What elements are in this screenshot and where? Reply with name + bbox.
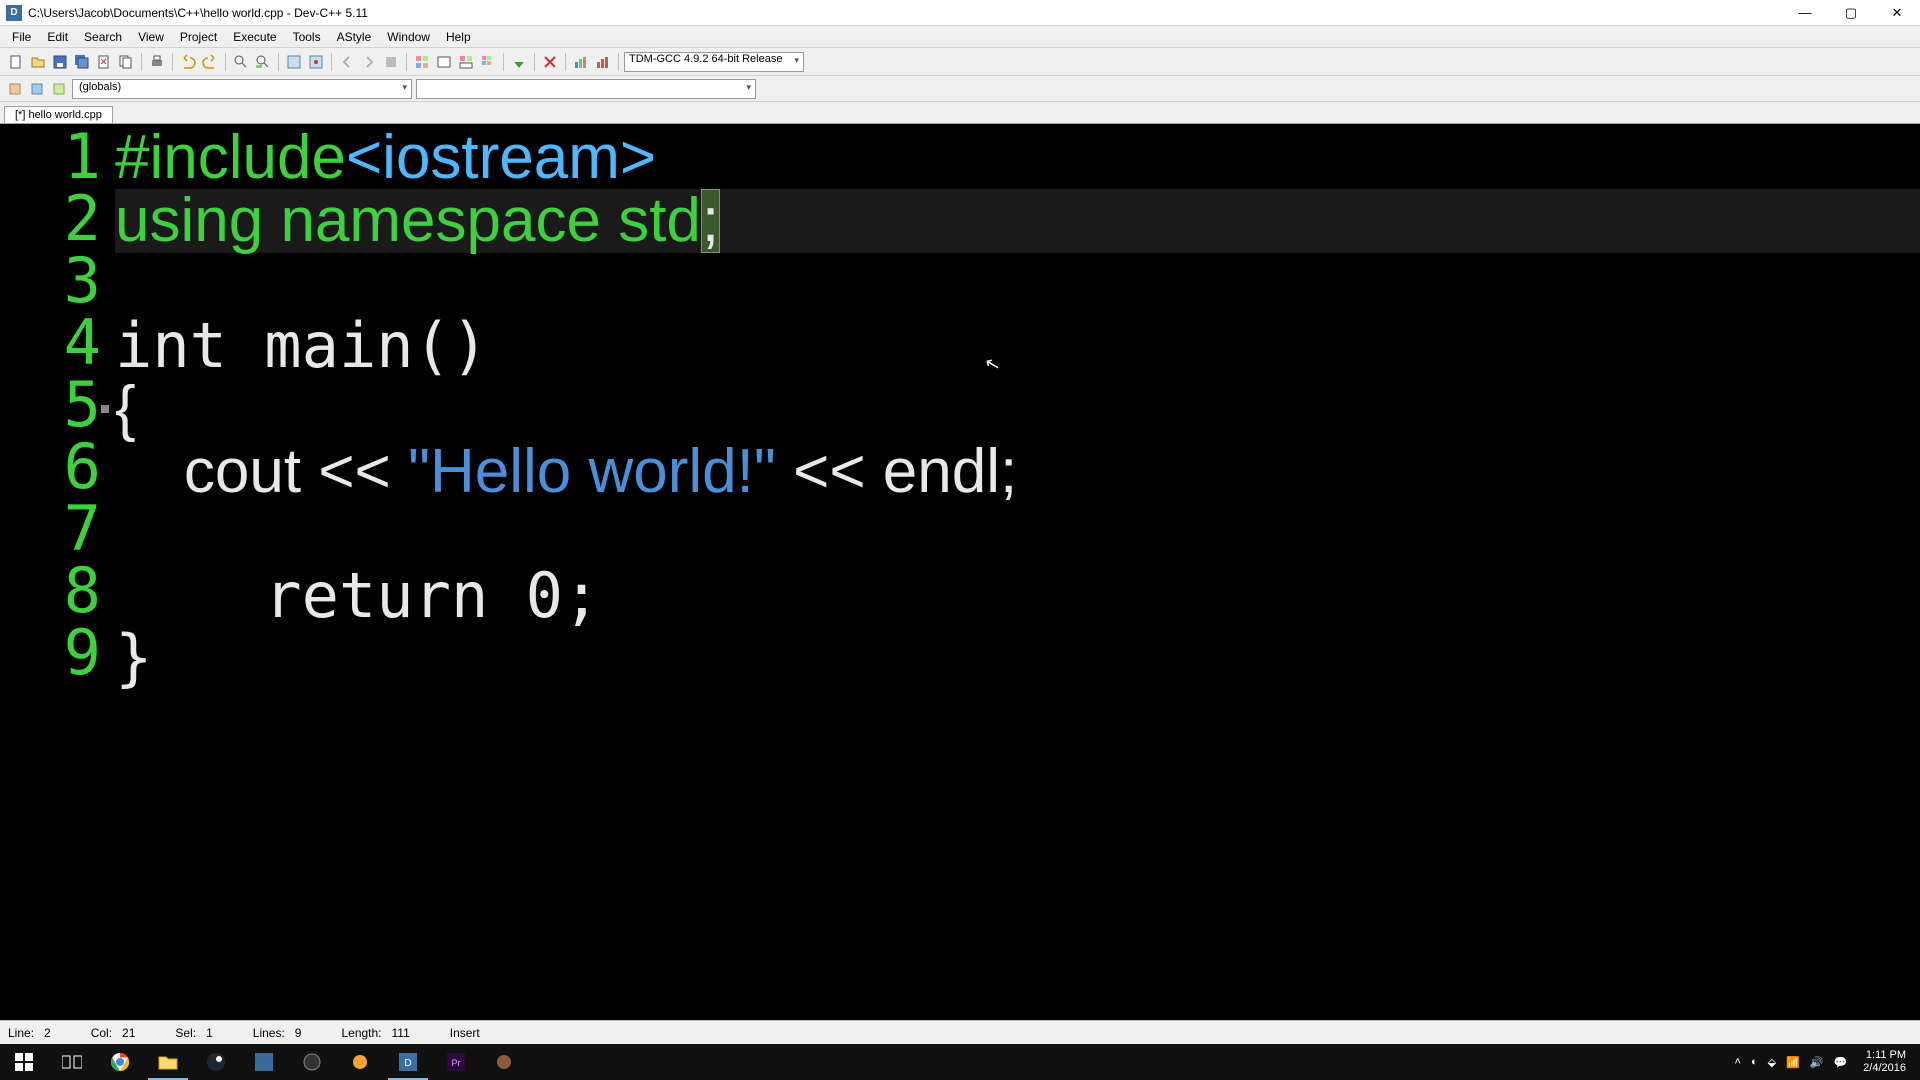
menu-edit[interactable]: Edit bbox=[39, 28, 76, 46]
goto-impl-icon[interactable] bbox=[50, 80, 68, 98]
new-class-icon[interactable] bbox=[6, 80, 24, 98]
task-view-icon[interactable] bbox=[48, 1044, 96, 1080]
compile-run-icon[interactable] bbox=[456, 52, 476, 72]
open-file-icon[interactable] bbox=[28, 52, 48, 72]
fold-marker[interactable] bbox=[101, 405, 109, 413]
member-combo[interactable] bbox=[416, 79, 756, 99]
status-col: Col: 21 bbox=[91, 1026, 136, 1040]
menu-project[interactable]: Project bbox=[172, 28, 225, 46]
text-cursor: ; bbox=[701, 189, 720, 253]
save-all-icon[interactable] bbox=[72, 52, 92, 72]
redo-icon[interactable] bbox=[200, 52, 220, 72]
menu-execute[interactable]: Execute bbox=[225, 28, 284, 46]
tray-icon-2[interactable]: ⬙ bbox=[1768, 1056, 1776, 1069]
compile-icon[interactable] bbox=[412, 52, 432, 72]
nav-back-icon[interactable] bbox=[337, 52, 357, 72]
window-title: C:\Users\Jacob\Documents\C++\hello world… bbox=[28, 6, 1782, 20]
tab-bar: [*] hello world.cpp bbox=[0, 102, 1920, 124]
scope-combo[interactable]: (globals) bbox=[72, 79, 412, 99]
menu-bar: File Edit Search View Project Execute To… bbox=[0, 26, 1920, 48]
tray-volume-icon[interactable]: 🔊 bbox=[1810, 1056, 1824, 1069]
tray-notification-icon[interactable]: 💬 bbox=[1833, 1056, 1847, 1069]
print-icon[interactable] bbox=[147, 52, 167, 72]
menu-tools[interactable]: Tools bbox=[285, 28, 329, 46]
status-sel: Sel: 1 bbox=[175, 1026, 212, 1040]
compiler-selector[interactable]: TDM-GCC 4.9.2 64-bit Release bbox=[624, 52, 804, 72]
start-button[interactable] bbox=[0, 1044, 48, 1080]
taskbar-app4-icon[interactable] bbox=[480, 1044, 528, 1080]
taskbar-app3-icon[interactable] bbox=[336, 1044, 384, 1080]
stop-exec-icon[interactable] bbox=[540, 52, 560, 72]
line-gutter: 1 2 3 4 5 6 7 8 9 bbox=[0, 124, 115, 1020]
windows-taskbar: D Pr ˄ ◐ ⬙ 📶 🔊 💬 1:11 PM 2/4/2016 bbox=[0, 1044, 1920, 1080]
run-icon[interactable] bbox=[434, 52, 454, 72]
code-editor[interactable]: 1 2 3 4 5 6 7 8 9 #include<iostream> usi… bbox=[0, 124, 1920, 1020]
close-all-icon[interactable] bbox=[116, 52, 136, 72]
menu-view[interactable]: View bbox=[130, 28, 172, 46]
profile-icon[interactable] bbox=[571, 52, 591, 72]
debug-icon[interactable] bbox=[509, 52, 529, 72]
menu-window[interactable]: Window bbox=[379, 28, 438, 46]
menu-help[interactable]: Help bbox=[438, 28, 479, 46]
goto-decl-icon[interactable] bbox=[28, 80, 46, 98]
menu-astyle[interactable]: AStyle bbox=[329, 28, 380, 46]
status-length: Length: 111 bbox=[341, 1026, 409, 1040]
save-icon[interactable] bbox=[50, 52, 70, 72]
status-bar: Line: 2 Col: 21 Sel: 1 Lines: 9 Length: … bbox=[0, 1020, 1920, 1044]
delete-profile-icon[interactable] bbox=[593, 52, 613, 72]
new-file-icon[interactable] bbox=[6, 52, 26, 72]
status-lines: Lines: 9 bbox=[253, 1026, 302, 1040]
nav-fwd-icon[interactable] bbox=[359, 52, 379, 72]
title-bar: D C:\Users\Jacob\Documents\C++\hello wor… bbox=[0, 0, 1920, 26]
find-icon[interactable] bbox=[231, 52, 251, 72]
close-button[interactable]: ✕ bbox=[1874, 0, 1920, 26]
main-toolbar: TDM-GCC 4.9.2 64-bit Release bbox=[0, 48, 1920, 76]
maximize-button[interactable]: ▢ bbox=[1828, 0, 1874, 26]
menu-search[interactable]: Search bbox=[76, 28, 130, 46]
tray-icon-1[interactable]: ◐ bbox=[1751, 1056, 1758, 1068]
menu-file[interactable]: File bbox=[4, 28, 39, 46]
rebuild-icon[interactable] bbox=[478, 52, 498, 72]
tray-clock[interactable]: 1:11 PM 2/4/2016 bbox=[1857, 1049, 1912, 1075]
taskbar-app1-icon[interactable] bbox=[240, 1044, 288, 1080]
svg-text:D: D bbox=[404, 1058, 411, 1069]
goto-bookmark-icon[interactable] bbox=[284, 52, 304, 72]
tray-chevron-icon[interactable]: ˄ bbox=[1735, 1056, 1741, 1068]
tray-network-icon[interactable]: 📶 bbox=[1786, 1056, 1800, 1069]
undo-icon[interactable] bbox=[178, 52, 198, 72]
system-tray: ˄ ◐ ⬙ 📶 🔊 💬 1:11 PM 2/4/2016 bbox=[1735, 1049, 1920, 1075]
replace-icon[interactable] bbox=[253, 52, 273, 72]
svg-text:Pr: Pr bbox=[452, 1058, 461, 1068]
minimize-button[interactable]: — bbox=[1782, 0, 1828, 26]
taskbar-chrome-icon[interactable] bbox=[96, 1044, 144, 1080]
code-area[interactable]: #include<iostream> using namespace std; … bbox=[115, 124, 1920, 1020]
taskbar-steam-icon[interactable] bbox=[192, 1044, 240, 1080]
taskbar-devcpp-icon[interactable]: D bbox=[384, 1044, 432, 1080]
debug-stop-icon[interactable] bbox=[381, 52, 401, 72]
taskbar-app2-icon[interactable] bbox=[288, 1044, 336, 1080]
taskbar-premiere-icon[interactable]: Pr bbox=[432, 1044, 480, 1080]
app-icon: D bbox=[6, 5, 22, 21]
taskbar-explorer-icon[interactable] bbox=[144, 1044, 192, 1080]
status-line: Line: 2 bbox=[8, 1026, 51, 1040]
class-toolbar: (globals) bbox=[0, 76, 1920, 102]
close-file-icon[interactable] bbox=[94, 52, 114, 72]
status-mode: Insert bbox=[450, 1026, 480, 1040]
toggle-bookmark-icon[interactable] bbox=[306, 52, 326, 72]
